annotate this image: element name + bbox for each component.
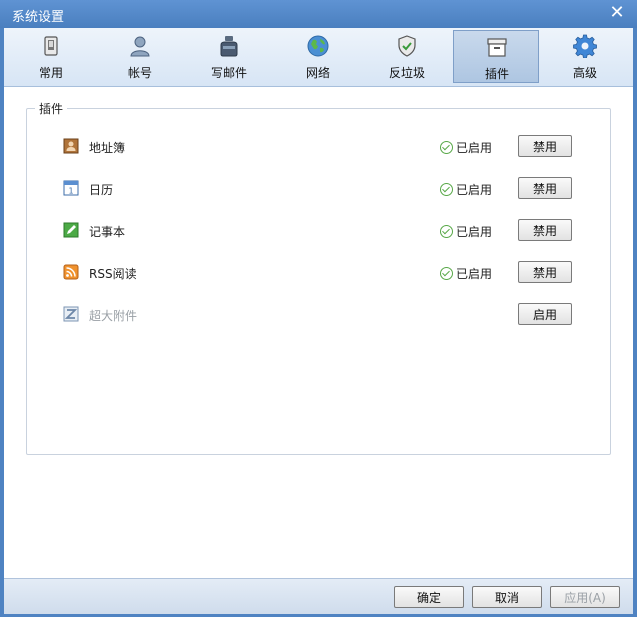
list-item: RSS阅读 已启用 禁用 <box>27 261 612 285</box>
tab-general[interactable]: 常用 <box>8 30 94 83</box>
plugins-panel: 插件 地址簿 已启用 禁用 1 日历 已启用 禁用 记事本 已启用 禁用 RSS… <box>4 87 633 578</box>
tab-label: 网络 <box>305 66 330 80</box>
group-label: 插件 <box>35 100 68 117</box>
tab-label: 帐号 <box>127 66 152 80</box>
check-icon <box>440 141 453 154</box>
rss-icon <box>63 264 79 280</box>
gear-icon <box>573 34 597 58</box>
tab-advanced[interactable]: 高级 <box>542 30 628 83</box>
check-icon <box>440 267 453 280</box>
ok-button[interactable]: 确定 <box>394 586 464 608</box>
inkwell-icon <box>220 36 238 57</box>
tab-label: 常用 <box>38 66 63 80</box>
plugin-name: 地址簿 <box>89 141 126 155</box>
address-book-icon <box>63 138 79 154</box>
svg-text:1: 1 <box>68 187 73 196</box>
list-item: 地址簿 已启用 禁用 <box>27 135 612 159</box>
plugin-name: RSS阅读 <box>89 267 137 281</box>
cancel-button[interactable]: 取消 <box>472 586 542 608</box>
list-item: 记事本 已启用 禁用 <box>27 219 612 243</box>
status-badge: 已启用 <box>440 265 492 282</box>
disable-button[interactable]: 禁用 <box>518 177 572 199</box>
status-badge: 已启用 <box>440 181 492 198</box>
tab-label: 反垃圾 <box>388 66 425 80</box>
disable-button[interactable]: 禁用 <box>518 219 572 241</box>
status-badge: 已启用 <box>440 139 492 156</box>
dialog-footer: 确定 取消 应用(A) <box>4 578 633 614</box>
plugin-name: 记事本 <box>89 225 126 239</box>
tab-plugins[interactable]: 插件 <box>453 30 539 83</box>
shield-icon <box>398 35 416 57</box>
tab-network[interactable]: 网络 <box>275 30 361 83</box>
enable-button[interactable]: 启用 <box>518 303 572 325</box>
plugin-name: 超大附件 <box>89 309 138 323</box>
check-icon <box>440 225 453 238</box>
attachment-icon <box>63 306 79 322</box>
tab-account[interactable]: 帐号 <box>97 30 183 83</box>
check-icon <box>440 183 453 196</box>
plugins-group: 插件 地址簿 已启用 禁用 1 日历 已启用 禁用 记事本 已启用 禁用 RSS… <box>26 100 612 455</box>
tab-label: 插件 <box>484 67 509 81</box>
window-title: 系统设置 <box>12 10 65 25</box>
calendar-icon: 1 <box>63 180 79 196</box>
status-badge: 已启用 <box>440 223 492 240</box>
list-item: 1 日历 已启用 禁用 <box>27 177 612 201</box>
apply-button[interactable]: 应用(A) <box>550 586 620 608</box>
dialog-body: 常用 帐号 写邮件 网络 反垃圾 插件 高级 插件 地址簿 已启用 禁用 1 日… <box>4 28 633 614</box>
disable-button[interactable]: 禁用 <box>518 261 572 283</box>
title-bar: 系统设置 ✕ <box>0 0 637 28</box>
tab-compose[interactable]: 写邮件 <box>186 30 272 83</box>
plugin-name: 日历 <box>89 183 114 197</box>
user-icon <box>130 36 150 57</box>
list-item: 超大附件 启用 <box>27 303 612 327</box>
settings-toolbar: 常用 帐号 写邮件 网络 反垃圾 插件 高级 <box>4 28 633 87</box>
tab-label: 写邮件 <box>210 66 247 80</box>
phone-icon <box>44 36 58 56</box>
tab-label: 高级 <box>572 66 597 80</box>
close-icon[interactable]: ✕ <box>607 3 627 23</box>
disable-button[interactable]: 禁用 <box>518 135 572 157</box>
settings-window: 系统设置 ✕ 常用 帐号 写邮件 网络 反垃圾 插件 高级 插件 地址簿 已启用… <box>0 0 637 617</box>
globe-icon <box>307 35 329 57</box>
box-icon <box>487 38 507 57</box>
tab-antispam[interactable]: 反垃圾 <box>364 30 450 83</box>
notepad-icon <box>63 222 79 238</box>
